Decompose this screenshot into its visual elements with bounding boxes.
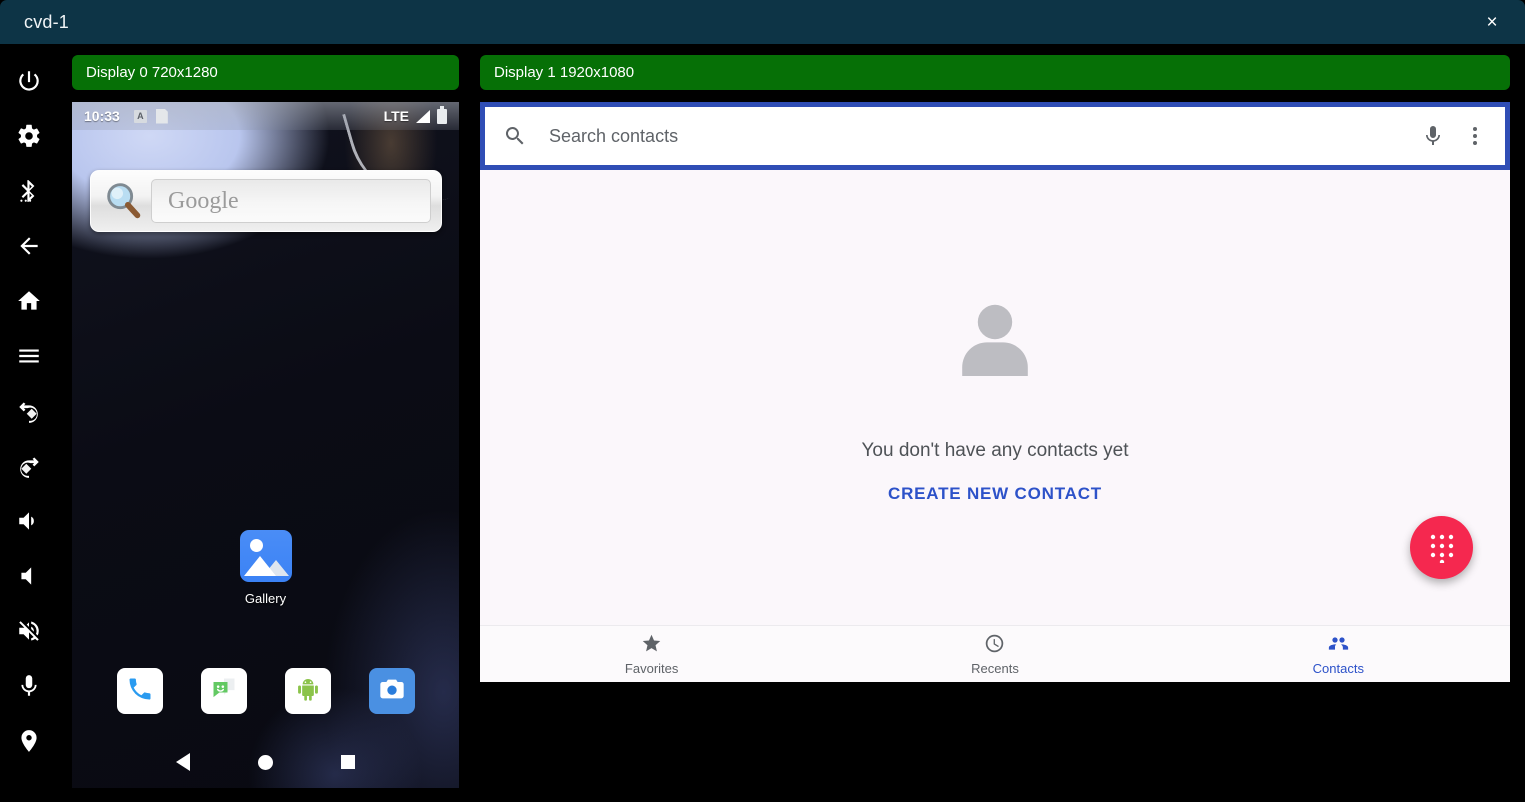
close-icon[interactable]: × (1479, 9, 1505, 35)
tab-favorites[interactable]: Favorites (480, 626, 823, 682)
window-title: cvd-1 (24, 12, 69, 33)
sidebar-item-location[interactable] (7, 716, 51, 771)
network-type-label: LTE (384, 108, 409, 124)
gallery-mountain-front (244, 556, 276, 576)
battery-icon (437, 109, 447, 124)
bluetooth-icon (16, 178, 42, 209)
sidebar-item-settings[interactable] (7, 111, 51, 166)
sidebar-item-power[interactable] (7, 56, 51, 111)
back-arrow-icon (16, 233, 42, 264)
microphone-icon (16, 673, 42, 704)
clock-icon (984, 633, 1005, 657)
search-bar-focus-frame: Search contacts (480, 102, 1510, 170)
volume-up-icon (16, 508, 42, 539)
tab-label: Favorites (625, 661, 678, 676)
messaging-icon (210, 675, 238, 708)
dialpad-icon (1429, 533, 1455, 563)
device-control-sidebar (0, 44, 58, 802)
display-1-screen[interactable]: Search contacts You don't have any conta… (480, 102, 1510, 682)
menu-icon (16, 343, 42, 374)
display-1-label[interactable]: Display 1 1920x1080 (480, 55, 1510, 90)
tab-label: Contacts (1313, 661, 1364, 676)
volume-down-icon (16, 563, 42, 594)
window-titlebar: cvd-1 × (0, 0, 1525, 44)
sidebar-item-menu[interactable] (7, 331, 51, 386)
sidebar-item-rotate-right[interactable] (7, 441, 51, 496)
tab-label: Recents (971, 661, 1019, 676)
android-icon (294, 675, 322, 708)
rotate-right-icon (16, 453, 42, 484)
star-icon (641, 633, 662, 657)
status-left-icons: A (134, 109, 168, 124)
contacts-bottom-navigation: Favorites Recents Contacts (480, 625, 1510, 682)
sidebar-item-bluetooth[interactable] (7, 166, 51, 221)
status-time: 10:33 (84, 108, 120, 124)
sidebar-item-volume-up[interactable] (7, 496, 51, 551)
tab-contacts[interactable]: Contacts (1167, 626, 1510, 682)
sidebar-item-volume-mute[interactable] (7, 606, 51, 661)
android-navigation-bar (72, 736, 459, 788)
search-input-placeholder[interactable]: Search contacts (549, 126, 1403, 147)
magnifier-icon (101, 178, 147, 224)
display-0-screen[interactable]: 10:33 A LTE Google (72, 102, 459, 788)
more-vert-icon[interactable] (1463, 124, 1487, 148)
app-label: Gallery (245, 591, 286, 606)
phone-icon (126, 675, 154, 708)
signal-strength-icon (416, 110, 430, 123)
nav-back-icon[interactable] (176, 753, 190, 771)
gallery-icon (240, 530, 292, 582)
sidebar-item-rotate-left[interactable] (7, 386, 51, 441)
sidebar-item-home[interactable] (7, 276, 51, 331)
emulator-window: cvd-1 × (0, 0, 1525, 802)
dock-item-messaging[interactable] (201, 668, 247, 714)
alarm-badge-icon: A (134, 110, 147, 123)
create-new-contact-button[interactable]: CREATE NEW CONTACT (888, 484, 1102, 504)
search-icon (503, 124, 527, 148)
android-status-bar: 10:33 A LTE (72, 102, 459, 130)
person-avatar-icon (947, 292, 1043, 388)
sidebar-item-microphone[interactable] (7, 661, 51, 716)
gallery-sun-shape (250, 539, 263, 552)
app-icon-gallery[interactable]: Gallery (72, 530, 459, 606)
sidebar-item-volume-down[interactable] (7, 551, 51, 606)
status-right-icons: LTE (384, 108, 447, 124)
empty-state-title: You don't have any contacts yet (861, 440, 1128, 462)
volume-mute-icon (16, 618, 42, 649)
camera-icon (378, 675, 406, 708)
power-icon (16, 68, 42, 99)
sd-card-icon (156, 109, 168, 124)
dialpad-fab-button[interactable] (1410, 516, 1473, 579)
microphone-icon[interactable] (1421, 124, 1445, 148)
sidebar-item-back[interactable] (7, 221, 51, 276)
google-search-input[interactable]: Google (151, 179, 431, 223)
people-icon (1328, 633, 1349, 657)
display-0-label[interactable]: Display 0 720x1280 (72, 55, 459, 90)
contacts-empty-state: You don't have any contacts yet CREATE N… (480, 170, 1510, 625)
nav-home-icon[interactable] (258, 755, 273, 770)
home-icon (16, 288, 42, 319)
location-icon (16, 728, 42, 759)
gear-icon (16, 123, 42, 154)
dock-item-camera[interactable] (369, 668, 415, 714)
contacts-search-bar[interactable]: Search contacts (485, 107, 1505, 165)
dock-item-phone[interactable] (117, 668, 163, 714)
google-search-widget[interactable]: Google (90, 170, 442, 232)
google-search-placeholder: Google (168, 188, 239, 215)
nav-recents-icon[interactable] (341, 755, 355, 769)
rotate-left-icon (16, 398, 42, 429)
tab-recents[interactable]: Recents (823, 626, 1166, 682)
home-dock (72, 668, 459, 714)
dock-item-android[interactable] (285, 668, 331, 714)
